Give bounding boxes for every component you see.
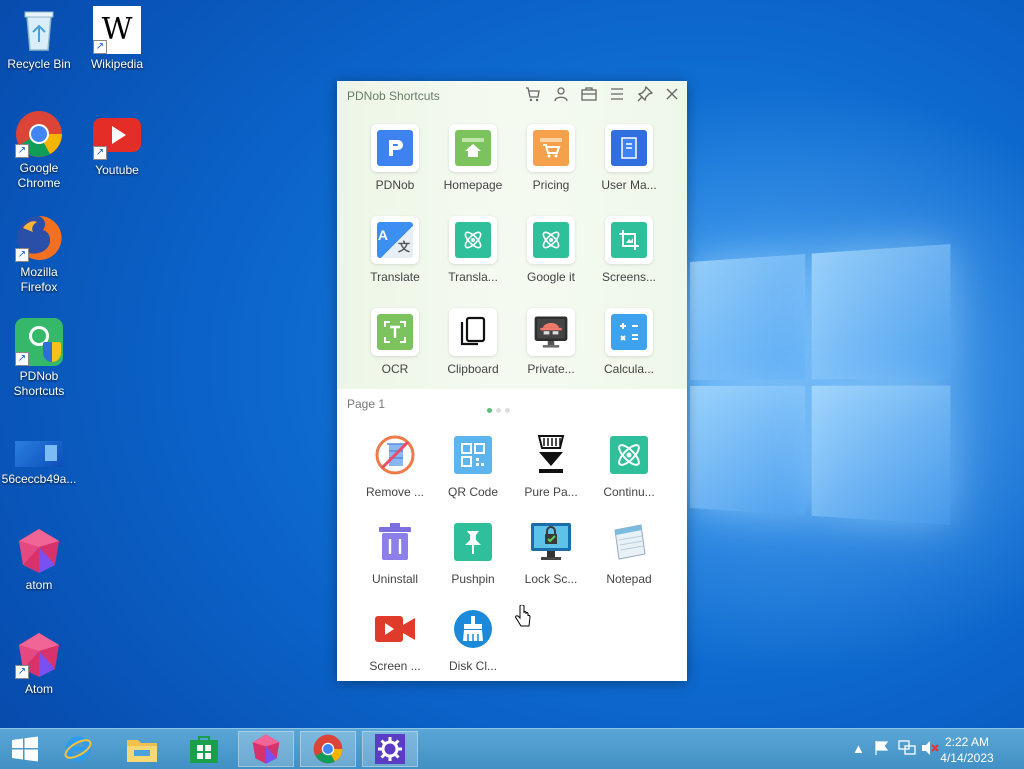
- tile-remove[interactable]: Remove ...: [356, 433, 434, 499]
- desktop-icon-mozilla-firefox[interactable]: ↗ Mozilla Firefox: [1, 214, 77, 295]
- tile-uninstall[interactable]: Uninstall: [356, 520, 434, 586]
- crop-icon: [611, 222, 647, 258]
- clock-time: 2:22 AM: [944, 735, 990, 749]
- close-icon[interactable]: [662, 86, 682, 106]
- desktop-icon-atom-shortcut[interactable]: ↗ Atom: [1, 631, 77, 697]
- chrome-icon: ↗: [15, 110, 63, 158]
- firefox-icon: ↗: [15, 214, 63, 262]
- page-dot-2[interactable]: [496, 408, 501, 413]
- youtube-icon: ↗: [93, 112, 141, 160]
- atom-icon: [533, 222, 569, 258]
- tile-translate[interactable]: A文 Translate: [356, 216, 434, 284]
- chrome-icon: [313, 734, 343, 764]
- desktop-icon-recycle-bin[interactable]: Recycle Bin: [1, 6, 77, 72]
- cart-icon[interactable]: [523, 86, 543, 106]
- tile-translate-2[interactable]: Transla...: [434, 216, 512, 284]
- tile-screenshot[interactable]: Screens...: [590, 216, 668, 284]
- home-icon: [455, 130, 491, 166]
- tile-google-it[interactable]: Google it: [512, 216, 590, 284]
- folder-icon: [127, 740, 157, 762]
- manual-icon: [611, 130, 647, 166]
- page-dots[interactable]: [487, 400, 514, 418]
- tile-lock-screen[interactable]: Lock Sc...: [512, 520, 590, 586]
- tile-pure-paste[interactable]: Pure Pa...: [512, 433, 590, 499]
- tile-user-manual[interactable]: User Ma...: [590, 124, 668, 192]
- mouse-cursor-icon: [514, 604, 532, 635]
- page-dot-3[interactable]: [505, 408, 510, 413]
- atom-gem-icon: ↗: [15, 631, 63, 679]
- desktop-icon-file[interactable]: 56ceccb49a...: [1, 433, 77, 487]
- pdnob-shortcuts-icon: ↗: [15, 318, 63, 366]
- tile-homepage[interactable]: Homepage: [434, 124, 512, 192]
- desktop-icon-google-chrome[interactable]: ↗ Google Chrome: [1, 110, 77, 191]
- network-icon[interactable]: [898, 740, 916, 759]
- desktop-icon-atom[interactable]: atom: [1, 527, 77, 593]
- action-center-flag-icon[interactable]: [874, 740, 890, 759]
- tile-continue[interactable]: Continu...: [590, 433, 668, 499]
- store-icon: [190, 736, 218, 763]
- show-hidden-icons-icon[interactable]: ▲: [852, 741, 865, 756]
- atom-icon: [607, 433, 651, 477]
- page-label: Page 1: [347, 397, 386, 411]
- desktop-icon-wikipedia[interactable]: W ↗ Wikipedia: [79, 6, 155, 72]
- atom-gem-icon: [15, 527, 63, 575]
- windows-logo: [690, 244, 951, 535]
- user-icon[interactable]: [551, 86, 571, 106]
- incognito-monitor-icon: [533, 314, 569, 350]
- start-button[interactable]: [0, 731, 50, 767]
- taskbar-file-explorer[interactable]: [114, 731, 170, 767]
- tile-disk-clean[interactable]: Disk Cl...: [434, 607, 512, 673]
- pdnob-logo-icon: [377, 130, 413, 166]
- menu-icon[interactable]: [607, 86, 627, 106]
- system-clock[interactable]: 2:22 AM 4/14/2023: [932, 734, 1002, 766]
- translate-icon: A文: [377, 222, 413, 258]
- taskbar-atom[interactable]: [238, 731, 294, 767]
- remove-icon: [373, 433, 417, 477]
- qr-code-icon: [451, 433, 495, 477]
- wikipedia-icon: W ↗: [93, 6, 141, 54]
- recycle-bin-icon: [15, 6, 63, 54]
- pure-paste-icon: [529, 433, 573, 477]
- tile-clipboard[interactable]: Clipboard: [434, 308, 512, 376]
- taskbar-store[interactable]: [176, 731, 232, 767]
- atom-icon: [455, 222, 491, 258]
- page-dot-1[interactable]: [487, 408, 492, 413]
- pushpin-icon: [451, 520, 495, 564]
- tile-calculator[interactable]: Calcula...: [590, 308, 668, 376]
- toolbox-icon[interactable]: [579, 86, 599, 106]
- trash-icon: [373, 520, 417, 564]
- tile-pdnob[interactable]: PDNob: [356, 124, 434, 192]
- lock-screen-icon: [529, 520, 573, 564]
- clipboard-icon: [455, 314, 491, 350]
- window-title: PDNob Shortcuts: [347, 89, 440, 103]
- taskbar-settings[interactable]: [362, 731, 418, 767]
- notepad-icon: [607, 520, 651, 564]
- tile-qr-code[interactable]: QR Code: [434, 433, 512, 499]
- pin-icon[interactable]: [635, 85, 655, 106]
- internet-explorer-icon: [64, 736, 92, 762]
- screen-record-icon: [373, 607, 417, 651]
- taskbar: ▲ 2:22 AM 4/14/2023: [0, 728, 1024, 769]
- tile-private[interactable]: Private...: [512, 308, 590, 376]
- tile-notepad[interactable]: Notepad: [590, 520, 668, 586]
- ocr-icon: [377, 314, 413, 350]
- clock-date: 4/14/2023: [940, 751, 994, 765]
- cart-icon: [533, 130, 569, 166]
- taskbar-internet-explorer[interactable]: [50, 731, 106, 767]
- desktop-icon-youtube[interactable]: ↗ Youtube: [79, 112, 155, 178]
- tile-pricing[interactable]: Pricing: [512, 124, 590, 192]
- desktop-icon-pdnob-shortcuts[interactable]: ↗ PDNob Shortcuts: [1, 318, 77, 399]
- tile-pushpin[interactable]: Pushpin: [434, 520, 512, 586]
- pdnob-shortcuts-window: PDNob Shortcuts PDNob Homepage Pricing U…: [337, 81, 687, 681]
- image-file-icon: [15, 433, 63, 469]
- tile-ocr[interactable]: OCR: [356, 308, 434, 376]
- gear-icon: [375, 734, 405, 764]
- disk-clean-icon: [451, 607, 495, 651]
- tile-screen-record[interactable]: Screen ...: [356, 607, 434, 673]
- taskbar-chrome[interactable]: [300, 731, 356, 767]
- atom-gem-icon: [252, 734, 280, 764]
- calculator-icon: [611, 314, 647, 350]
